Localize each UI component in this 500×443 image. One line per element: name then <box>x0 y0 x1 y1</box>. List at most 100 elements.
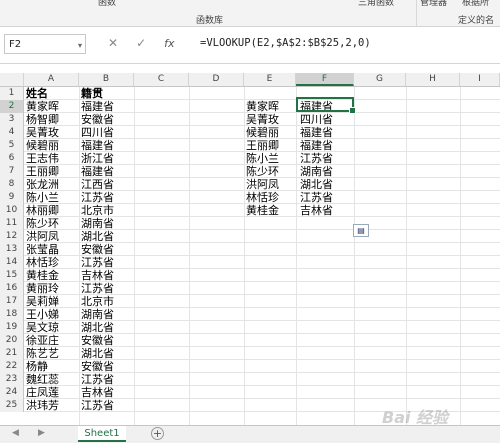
table-cell[interactable]: 洪玮芳 <box>24 399 79 412</box>
spreadsheet-grid[interactable]: 1 2 3 4 5 6 7 8 9 10 11 12 13 14 15 16 17 18 19 20 21 22 23 24 2… <box>0 87 500 425</box>
row-header[interactable]: 19 <box>0 321 24 334</box>
table-cell[interactable]: 吉林省 <box>79 269 134 282</box>
row-header[interactable]: 18 <box>0 308 24 321</box>
row-header[interactable]: 10 <box>0 204 24 217</box>
table-cell[interactable]: 安徽省 <box>79 334 134 347</box>
table-cell[interactable]: 吴菁玫 <box>244 113 296 126</box>
formula-input[interactable]: =VLOOKUP(E2,$A$2:$B$25,2,0) <box>200 37 371 49</box>
table-cell[interactable]: 黄桂金 <box>244 204 296 217</box>
column-header-i[interactable]: I <box>460 73 500 86</box>
table-cell[interactable]: 林恬珍 <box>244 191 296 204</box>
table-cell[interactable]: 安徽省 <box>79 360 134 373</box>
table-cell[interactable]: 张莹晶 <box>24 243 79 256</box>
table-cell[interactable]: 福建省 <box>79 100 134 113</box>
row-header[interactable]: 3 <box>0 113 24 126</box>
ribbon-name-manager-label[interactable]: 管理器 <box>420 0 447 8</box>
table-cell[interactable]: 吴菁玫 <box>24 126 79 139</box>
insert-function-icon[interactable]: fx <box>164 37 174 50</box>
table-cell[interactable]: 陈小兰 <box>244 152 296 165</box>
table-cell[interactable]: 福建省 <box>79 165 134 178</box>
table-cell[interactable]: 籍贯 <box>79 87 134 100</box>
row-header[interactable]: 23 <box>0 373 24 386</box>
row-header[interactable]: 12 <box>0 230 24 243</box>
column-header-g[interactable]: G <box>354 73 406 86</box>
table-cell[interactable]: 四川省 <box>298 113 354 126</box>
row-header[interactable]: 13 <box>0 243 24 256</box>
column-header-f[interactable]: F <box>296 73 354 86</box>
table-cell[interactable]: 吴莉婵 <box>24 295 79 308</box>
row-header[interactable]: 2 <box>0 100 24 113</box>
paste-options-icon[interactable]: ▤ <box>353 224 369 237</box>
table-cell[interactable]: 湖北省 <box>79 230 134 243</box>
table-cell[interactable]: 江苏省 <box>298 152 354 165</box>
row-header[interactable]: 11 <box>0 217 24 230</box>
table-cell[interactable]: 湖北省 <box>79 347 134 360</box>
table-cell[interactable]: 黄家晖 <box>24 100 79 113</box>
table-cell[interactable]: 江苏省 <box>298 191 354 204</box>
table-cell[interactable]: 魏红蕊 <box>24 373 79 386</box>
table-cell[interactable]: 安徽省 <box>79 243 134 256</box>
table-cell[interactable]: 安徽省 <box>79 113 134 126</box>
table-cell[interactable]: 黄丽玲 <box>24 282 79 295</box>
table-cell[interactable]: 江西省 <box>79 178 134 191</box>
table-cell[interactable]: 候碧丽 <box>24 139 79 152</box>
active-cell-f2[interactable] <box>296 97 356 114</box>
row-header[interactable]: 5 <box>0 139 24 152</box>
table-cell[interactable]: 江苏省 <box>79 399 134 412</box>
table-cell[interactable]: 徐亚庄 <box>24 334 79 347</box>
table-cell[interactable]: 湖北省 <box>298 178 354 191</box>
table-cell[interactable]: 杨智卿 <box>24 113 79 126</box>
select-all-corner[interactable] <box>0 73 24 86</box>
table-cell[interactable]: 王丽卿 <box>244 139 296 152</box>
column-header-a[interactable]: A <box>24 73 79 86</box>
table-cell[interactable]: 江苏省 <box>79 373 134 386</box>
table-cell[interactable]: 湖南省 <box>298 165 354 178</box>
table-cell[interactable]: 候碧丽 <box>244 126 296 139</box>
table-cell[interactable]: 湖南省 <box>79 308 134 321</box>
table-cell[interactable]: 林丽卿 <box>24 204 79 217</box>
table-cell[interactable]: 吉林省 <box>298 204 354 217</box>
row-header[interactable]: 14 <box>0 256 24 269</box>
row-header[interactable]: 9 <box>0 191 24 204</box>
table-cell[interactable]: 洪阿凤 <box>244 178 296 191</box>
add-sheet-icon[interactable]: + <box>151 427 164 440</box>
next-sheet-icon[interactable]: ▶ <box>38 428 45 438</box>
row-header[interactable]: 8 <box>0 178 24 191</box>
row-header[interactable]: 22 <box>0 360 24 373</box>
column-header-e[interactable]: E <box>244 73 296 86</box>
fill-handle[interactable] <box>349 107 356 114</box>
row-header[interactable]: 21 <box>0 347 24 360</box>
table-cell[interactable]: 北京市 <box>79 295 134 308</box>
row-header[interactable]: 20 <box>0 334 24 347</box>
table-cell[interactable]: 福建省 <box>298 126 354 139</box>
table-cell[interactable]: 王志伟 <box>24 152 79 165</box>
row-header[interactable]: 15 <box>0 269 24 282</box>
column-header-b[interactable]: B <box>79 73 134 86</box>
row-header[interactable]: 17 <box>0 295 24 308</box>
prev-sheet-icon[interactable]: ◀ <box>12 428 19 438</box>
table-cell[interactable]: 福建省 <box>298 139 354 152</box>
row-header[interactable]: 25 <box>0 399 24 412</box>
cancel-icon[interactable]: ✕ <box>108 36 118 50</box>
table-cell[interactable]: 浙江省 <box>79 152 134 165</box>
table-cell[interactable]: 江苏省 <box>79 256 134 269</box>
table-cell[interactable]: 杨静 <box>24 360 79 373</box>
row-header[interactable]: 4 <box>0 126 24 139</box>
row-header[interactable]: 24 <box>0 386 24 399</box>
table-cell[interactable]: 北京市 <box>79 204 134 217</box>
chevron-down-icon[interactable]: ▾ <box>78 36 82 56</box>
table-cell[interactable]: 洪阿凤 <box>24 230 79 243</box>
table-cell[interactable]: 陈少环 <box>244 165 296 178</box>
ribbon-function-label[interactable]: 函数 <box>98 0 116 8</box>
table-cell[interactable]: 陈小兰 <box>24 191 79 204</box>
sheet-tab-sheet1[interactable]: Sheet1 <box>78 426 126 442</box>
table-cell[interactable]: 吉林省 <box>79 386 134 399</box>
ribbon-create-from-label[interactable]: 根据所 <box>462 0 489 8</box>
table-cell[interactable]: 黄桂金 <box>24 269 79 282</box>
table-cell[interactable]: 四川省 <box>79 126 134 139</box>
table-cell[interactable]: 张龙洲 <box>24 178 79 191</box>
table-cell[interactable]: 陈少环 <box>24 217 79 230</box>
table-cell[interactable]: 湖北省 <box>79 321 134 334</box>
table-cell[interactable]: 王小娣 <box>24 308 79 321</box>
table-cell[interactable]: 王丽卿 <box>24 165 79 178</box>
